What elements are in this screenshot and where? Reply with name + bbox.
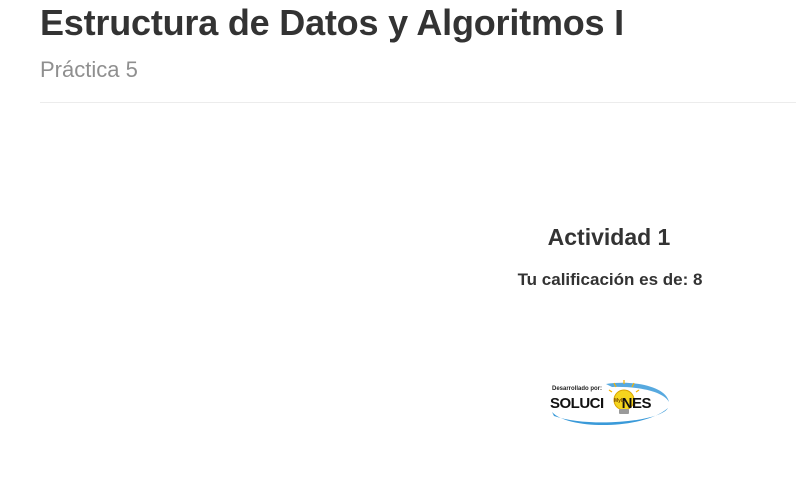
developer-logo: Desarrollado por: SOLUCI NES MyL bbox=[548, 378, 672, 430]
header-divider bbox=[40, 102, 796, 103]
logo-caption: Desarrollado por: bbox=[552, 386, 603, 392]
grade-text: Tu calificación es de: 8 bbox=[517, 270, 703, 289]
logo-word-right: NES bbox=[621, 395, 652, 412]
logo-bulb-text: MyL bbox=[614, 398, 624, 404]
activity-title: Actividad 1 bbox=[547, 224, 671, 250]
logo-wordmark: SOLUCI NES bbox=[550, 395, 652, 412]
logo-word-left: SOLUCI bbox=[550, 395, 604, 412]
page-title: Estructura de Datos y Algoritmos I bbox=[40, 2, 624, 43]
page-subtitle: Práctica 5 bbox=[40, 57, 138, 82]
